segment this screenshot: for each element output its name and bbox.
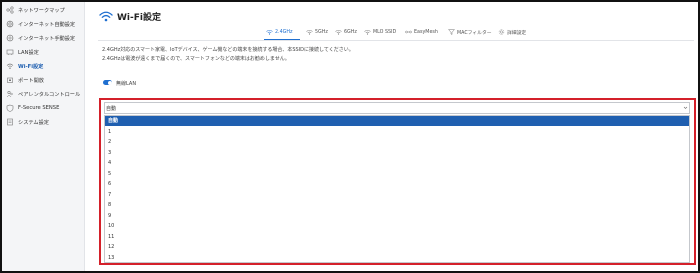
- window-frame: ネットワークマップ インターネット自動設定 インターネット手動設定 LAN設定 …: [0, 0, 700, 273]
- sidebar-item-network-map[interactable]: ネットワークマップ: [2, 4, 84, 17]
- parental-icon: [6, 90, 13, 98]
- tab-label: 5GHz: [315, 29, 328, 35]
- description-line: 2.4GHzは電波が遠くまで届くので、スマートフォンなどの端末はお勧めしません。: [102, 56, 290, 62]
- tab-label: 6GHz: [344, 29, 357, 35]
- sidebar-item-label: ネットワークマップ: [18, 8, 65, 14]
- tab-easymesh[interactable]: EasyMesh: [405, 26, 438, 38]
- sidebar-item-internet-manual[interactable]: インターネット手動設定: [2, 32, 84, 45]
- sidebar-item-system[interactable]: システム設定: [2, 116, 84, 129]
- wifi-icon: [99, 11, 113, 22]
- sidebar-item-wifi[interactable]: Wi-Fi設定: [2, 60, 84, 73]
- wifi-icon: [335, 29, 342, 35]
- wireless-lan-label: 無線LAN: [116, 81, 137, 87]
- tabs-divider: [98, 40, 694, 41]
- system-icon: [7, 118, 13, 126]
- tab-mac-filter[interactable]: MACフィルター: [448, 26, 492, 38]
- port-icon: [7, 77, 13, 83]
- channel-option[interactable]: 11: [105, 232, 689, 242]
- settings-icon: [498, 29, 505, 35]
- tab-mlo-ssid[interactable]: MLO SSID: [364, 26, 396, 38]
- network-map-icon: [6, 6, 14, 14]
- channel-option[interactable]: 7: [105, 190, 689, 200]
- channel-option[interactable]: 1: [105, 127, 689, 137]
- wifi-icon: [364, 29, 371, 35]
- mesh-icon: [405, 30, 412, 34]
- page-title: Wi-Fi設定: [117, 13, 161, 23]
- tab-label: EasyMesh: [414, 29, 438, 35]
- sidebar-item-label: Wi-Fi設定: [18, 64, 44, 70]
- wifi-icon: [6, 63, 14, 69]
- sidebar-item-label: システム設定: [18, 120, 49, 126]
- channel-option[interactable]: 10: [105, 221, 689, 231]
- sidebar-item-label: ポート開放: [18, 78, 44, 84]
- wifi-icon: [266, 29, 273, 35]
- sidebar-item-internet-auto[interactable]: インターネット自動設定: [2, 18, 84, 31]
- tab-label: 詳細設定: [507, 30, 527, 36]
- tab-label: MACフィルター: [457, 30, 492, 36]
- tab-5ghz[interactable]: 5GHz: [306, 26, 328, 38]
- tab-label: MLO SSID: [373, 29, 397, 35]
- channel-select-value: 自動: [106, 106, 117, 112]
- lan-icon: [6, 49, 14, 55]
- sidebar-item-label: インターネット自動設定: [18, 22, 76, 28]
- sidebar-item-label: インターネット手動設定: [18, 36, 76, 42]
- filter-icon: [448, 29, 455, 35]
- channel-option[interactable]: 9: [105, 211, 689, 221]
- sidebar-item-lan[interactable]: LAN設定: [2, 46, 84, 59]
- tab-advanced[interactable]: 詳細設定: [498, 26, 526, 38]
- tab-label: 2.4GHz: [275, 29, 293, 35]
- wifi-icon: [306, 29, 313, 35]
- chevron-down-icon: [683, 106, 688, 109]
- sidebar-item-port[interactable]: ポート開放: [2, 74, 84, 87]
- internet-auto-icon: [6, 20, 14, 28]
- sidebar: ネットワークマップ インターネット自動設定 インターネット手動設定 LAN設定 …: [2, 2, 85, 271]
- channel-option[interactable]: 4: [105, 158, 689, 168]
- channel-option[interactable]: 2: [105, 137, 689, 147]
- channel-select[interactable]: [104, 102, 690, 114]
- description-line: 2.4GHz対応のスマート家電、IoTデバイス、ゲーム機などの端末を接続する場合…: [102, 47, 354, 53]
- tab-2-4ghz[interactable]: 2.4GHz: [266, 26, 292, 38]
- sidebar-item-label: F-Secure SENSE: [18, 105, 60, 111]
- channel-option[interactable]: 6: [105, 179, 689, 189]
- channel-option[interactable]: 8: [105, 200, 689, 210]
- fsecure-icon: [6, 104, 14, 112]
- internet-manual-icon: [6, 34, 14, 42]
- sidebar-item-label: ペアレンタルコントロール: [18, 92, 81, 98]
- tab-6ghz[interactable]: 6GHz: [335, 26, 357, 38]
- sidebar-item-label: LAN設定: [18, 50, 39, 56]
- channel-option[interactable]: 自動: [105, 116, 689, 127]
- channel-option[interactable]: 3: [105, 148, 689, 158]
- sidebar-item-parental[interactable]: ペアレンタルコントロール: [2, 88, 84, 101]
- channel-option[interactable]: 13: [105, 253, 689, 263]
- channel-option[interactable]: 12: [105, 242, 689, 252]
- channel-option[interactable]: 5: [105, 169, 689, 179]
- wireless-lan-toggle[interactable]: [103, 80, 112, 85]
- sidebar-item-fsecure[interactable]: F-Secure SENSE: [2, 102, 84, 115]
